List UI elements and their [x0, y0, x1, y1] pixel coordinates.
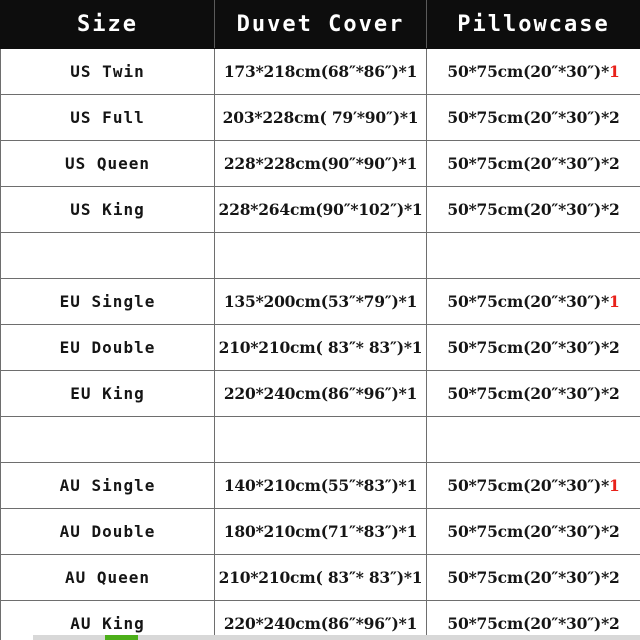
table-row: EU Double 210*210cm( 83″* 83″)*1 50*75cm(2… [0, 324, 640, 371]
cell-size: EU King [0, 370, 215, 417]
pillowcase-dimensions: 50*75cm(20″*30″)* [447, 568, 609, 587]
cell-pillowcase: 50*75cm(20″*30″)*2 [426, 94, 640, 141]
table-body: US Twin 173*218cm(68″*86″)*1 50*75cm(20″*3… [0, 48, 640, 640]
pillowcase-quantity: 1 [608, 292, 620, 311]
cell-duvet-cover: 228*228cm(90″*90″)*1 [214, 140, 427, 187]
header-row: Size Duvet Cover Pillowcase [0, 0, 640, 49]
pillowcase-dimensions: 50*75cm(20″*30″)* [447, 476, 609, 495]
cell-duvet-cover: 220*240cm(86″*96″)*1 [214, 370, 427, 417]
cell-duvet-cover: 180*210cm(71″*83″)*1 [214, 508, 427, 555]
table-row: US King 228*264cm(90″*102″)*1 50*75cm(20″*… [0, 186, 640, 233]
pillowcase-quantity: 2 [608, 384, 620, 403]
table-spacer-row [0, 416, 640, 463]
table-row: US Queen 228*228cm(90″*90″)*1 50*75cm(20″*… [0, 140, 640, 187]
cell-pillowcase: 50*75cm(20″*30″)*2 [426, 554, 640, 601]
pillowcase-quantity: 2 [608, 522, 620, 541]
size-chart-table: Size Duvet Cover Pillowcase US Twin 173*2… [0, 0, 640, 640]
pillowcase-dimensions: 50*75cm(20″*30″)* [447, 154, 609, 173]
column-header-duvet-cover: Duvet Cover [214, 0, 427, 49]
cell-pillowcase: 50*75cm(20″*30″)*2 [426, 186, 640, 233]
scrollbar-thumb[interactable] [105, 635, 138, 640]
pillowcase-quantity: 2 [608, 154, 620, 173]
table-header: Size Duvet Cover Pillowcase [0, 0, 640, 49]
pillowcase-quantity: 2 [608, 614, 620, 633]
cell-pillowcase: 50*75cm(20″*30″)*1 [426, 48, 640, 95]
cell-pillowcase: 50*75cm(20″*30″)*2 [426, 324, 640, 371]
cell-duvet-empty [214, 232, 427, 279]
table-spacer-row [0, 232, 640, 279]
cell-duvet-cover: 210*210cm( 83″* 83″)*1 [214, 324, 427, 371]
cell-size: US Queen [0, 140, 215, 187]
cell-size: EU Double [0, 324, 215, 371]
cell-duvet-cover: 140*210cm(55″*83″)*1 [214, 462, 427, 509]
cell-duvet-empty [214, 416, 427, 463]
pillowcase-dimensions: 50*75cm(20″*30″)* [447, 522, 609, 541]
pillowcase-dimensions: 50*75cm(20″*30″)* [447, 614, 609, 633]
cell-duvet-cover: 210*210cm( 83″* 83″)*1 [214, 554, 427, 601]
table-row: EU Single 135*200cm(53″*79″)*1 50*75cm(20″… [0, 278, 640, 325]
cell-pillowcase: 50*75cm(20″*30″)*1 [426, 278, 640, 325]
cell-size-empty [0, 232, 215, 279]
pillowcase-quantity: 2 [608, 338, 620, 357]
cell-size: US Full [0, 94, 215, 141]
cell-size: EU Single [0, 278, 215, 325]
table-row: AU Single 140*210cm(55″*83″)*1 50*75cm(20″… [0, 462, 640, 509]
pillowcase-quantity: 2 [608, 568, 620, 587]
table-row: US Full 203*228cm( 79′*90″)*1 50*75cm(20″*… [0, 94, 640, 141]
pillowcase-quantity: 1 [608, 62, 620, 81]
table-row: AU Queen 210*210cm( 83″* 83″)*1 50*75cm(20… [0, 554, 640, 601]
pillowcase-quantity: 1 [608, 476, 620, 495]
cell-size: US Twin [0, 48, 215, 95]
cell-size: AU Queen [0, 554, 215, 601]
cell-duvet-cover: 228*264cm(90″*102″)*1 [214, 186, 427, 233]
cell-size: US King [0, 186, 215, 233]
cell-pillowcase: 50*75cm(20″*30″)*2 [426, 140, 640, 187]
table-row: US Twin 173*218cm(68″*86″)*1 50*75cm(20″*3… [0, 48, 640, 95]
cell-pillowcase: 50*75cm(20″*30″)*1 [426, 462, 640, 509]
cell-size-empty [0, 416, 215, 463]
column-header-pillowcase: Pillowcase [426, 0, 640, 49]
size-chart-container: Size Duvet Cover Pillowcase US Twin 173*2… [0, 0, 640, 640]
pillowcase-dimensions: 50*75cm(20″*30″)* [447, 62, 609, 81]
cell-size: AU Double [0, 508, 215, 555]
cell-duvet-cover: 135*200cm(53″*79″)*1 [214, 278, 427, 325]
pillowcase-dimensions: 50*75cm(20″*30″)* [447, 338, 609, 357]
cell-duvet-cover: 203*228cm( 79′*90″)*1 [214, 94, 427, 141]
pillowcase-dimensions: 50*75cm(20″*30″)* [447, 292, 609, 311]
cell-pillowcase-empty [426, 416, 640, 463]
cell-pillowcase: 50*75cm(20″*30″)*2 [426, 508, 640, 555]
horizontal-scrollbar[interactable] [33, 635, 640, 640]
pillowcase-quantity: 2 [608, 200, 620, 219]
pillowcase-quantity: 2 [608, 108, 620, 127]
cell-pillowcase: 50*75cm(20″*30″)*2 [426, 370, 640, 417]
cell-duvet-cover: 173*218cm(68″*86″)*1 [214, 48, 427, 95]
cell-size: AU Single [0, 462, 215, 509]
table-row: EU King 220*240cm(86″*96″)*1 50*75cm(20″*3… [0, 370, 640, 417]
cell-pillowcase-empty [426, 232, 640, 279]
pillowcase-dimensions: 50*75cm(20″*30″)* [447, 200, 609, 219]
column-header-size: Size [0, 0, 215, 49]
pillowcase-dimensions: 50*75cm(20″*30″)* [447, 108, 609, 127]
pillowcase-dimensions: 50*75cm(20″*30″)* [447, 384, 609, 403]
table-row: AU Double 180*210cm(71″*83″)*1 50*75cm(20″… [0, 508, 640, 555]
